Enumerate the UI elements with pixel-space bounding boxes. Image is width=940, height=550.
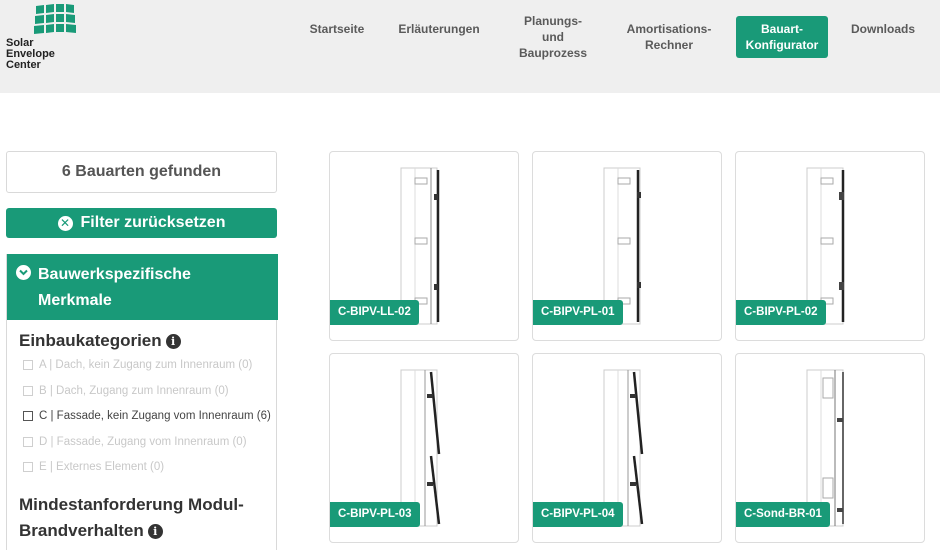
checkbox[interactable] <box>23 386 33 396</box>
category-checkbox-b[interactable]: B | Dach, Zugang zum Innenraum (0) <box>23 385 229 397</box>
panel-title-line1: Bauwerkspezifische <box>38 266 191 283</box>
checkbox[interactable] <box>23 437 33 447</box>
result-card[interactable]: C-BIPV-PL-01 <box>532 151 722 341</box>
result-label: C-BIPV-PL-01 <box>533 300 623 325</box>
checkbox[interactable] <box>23 411 33 421</box>
section-einbaukategorien: Einbaukategorien i <box>19 328 181 354</box>
result-label: C-Sond-BR-01 <box>736 502 830 527</box>
info-icon[interactable]: i <box>165 334 181 349</box>
main-nav: Startseite Erläuterungen Planungs- und B… <box>0 0 940 93</box>
section-brandverhalten: Mindestanforderung Modul- Brandverhalten… <box>19 495 244 540</box>
result-card[interactable]: C-BIPV-PL-03 <box>329 353 519 543</box>
filter-panel: Bauwerkspezifische Merkmale Einbaukatego… <box>6 254 278 550</box>
result-count: 6 Bauarten gefunden <box>6 151 277 193</box>
nav-downloads[interactable]: Downloads <box>845 16 921 58</box>
reset-filter-label: Filter zurücksetzen <box>80 214 226 231</box>
reset-filter-button[interactable]: ✕ Filter zurücksetzen <box>6 208 277 238</box>
result-card[interactable]: C-Sond-BR-01 <box>735 353 925 543</box>
nav-amortisations-rechner[interactable]: Amortisations- Rechner <box>620 16 718 58</box>
category-checkbox-e[interactable]: E | Externes Element (0) <box>23 461 164 473</box>
chevron-down-icon <box>16 265 31 280</box>
nav-erlaeuterungen[interactable]: Erläuterungen <box>391 16 487 58</box>
result-card[interactable]: C-BIPV-PL-02 <box>735 151 925 341</box>
info-icon[interactable]: i <box>147 524 163 539</box>
panel-toggle-bauwerkspezifisch[interactable]: Bauwerkspezifische Merkmale <box>7 254 278 320</box>
panel-title-line2: Merkmale <box>38 292 112 309</box>
result-label: C-BIPV-PL-02 <box>736 300 826 325</box>
result-label: C-BIPV-LL-02 <box>330 300 419 325</box>
result-card[interactable]: C-BIPV-PL-04 <box>532 353 722 543</box>
nav-planungs-und-bauprozess[interactable]: Planungs- und Bauprozess <box>507 14 599 60</box>
category-checkbox-a[interactable]: A | Dach, kein Zugang zum Innenraum (0) <box>23 359 252 371</box>
category-checkbox-d[interactable]: D | Fassade, Zugang vom Innenraum (0) <box>23 436 247 448</box>
nav-bauart-konfigurator[interactable]: Bauart- Konfigurator <box>736 16 828 58</box>
header: Solar Envelope Center Startseite Erläute… <box>0 0 940 93</box>
close-circle-icon: ✕ <box>57 215 73 231</box>
nav-startseite[interactable]: Startseite <box>301 16 373 58</box>
result-label: C-BIPV-PL-03 <box>330 502 420 527</box>
result-label: C-BIPV-PL-04 <box>533 502 623 527</box>
checkbox[interactable] <box>23 360 33 370</box>
result-card[interactable]: C-BIPV-LL-02 <box>329 151 519 341</box>
checkbox[interactable] <box>23 462 33 472</box>
category-checkbox-c[interactable]: C | Fassade, kein Zugang vom Innenraum (… <box>23 410 271 422</box>
